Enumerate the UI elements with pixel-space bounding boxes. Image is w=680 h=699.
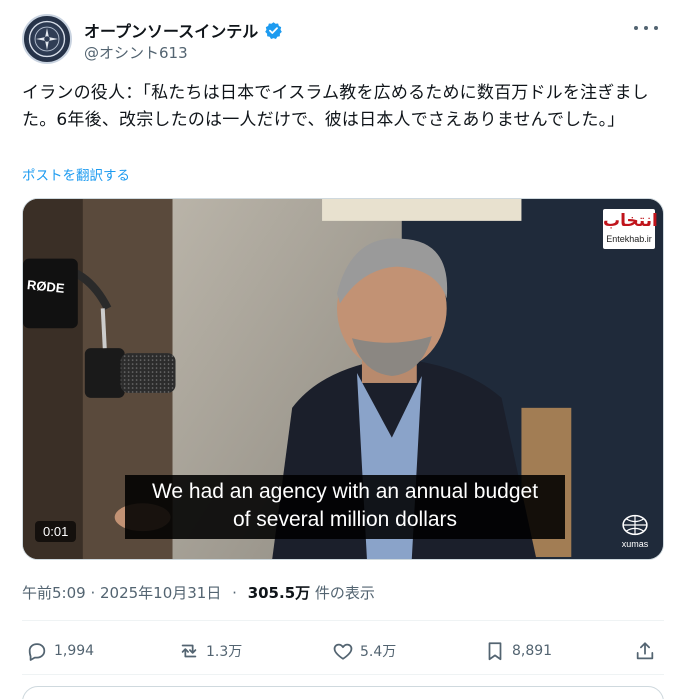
like-button[interactable]: 5.4万 — [332, 640, 396, 662]
meta-separator: · — [232, 584, 237, 602]
globe-icon — [622, 514, 648, 536]
reply-icon — [28, 643, 46, 661]
action-bar: 1,994 1.3万 5.4万 8,891 — [22, 640, 664, 664]
xumas-watermark: xumas — [615, 513, 655, 555]
repost-icon — [181, 644, 197, 658]
avatar[interactable] — [22, 14, 72, 64]
reply-button[interactable]: 1,994 — [26, 640, 94, 662]
share-icon — [636, 642, 654, 660]
xumas-label: xumas — [621, 539, 649, 549]
post-timestamp[interactable]: 午前5:09 · 2025年10月31日 — [22, 584, 221, 602]
subtitle-line-1: We had an agency with an annual budget — [151, 480, 539, 503]
translate-post-link[interactable]: ポストを翻訳する — [22, 164, 130, 184]
avatar-emblem-icon — [28, 20, 66, 58]
subtitle-line-2: of several million dollars — [232, 508, 458, 531]
reply-count: 1,994 — [54, 643, 95, 659]
post-text: イランの役人：「私たちは日本でイスラム教を広めるために数百万ドルを注ぎました。6… — [22, 83, 649, 130]
repost-count: 1.3万 — [206, 644, 243, 660]
reply-composer[interactable] — [22, 686, 664, 699]
bookmark-icon — [488, 642, 502, 661]
bookmark-button[interactable]: 8,891 — [484, 640, 552, 662]
more-options-icon[interactable] — [634, 18, 658, 38]
video-player[interactable]: RØDE انتخاب Entekhab.ir We had an agency… — [22, 198, 664, 560]
views-label: 件の表示 — [314, 584, 375, 602]
author-handle[interactable]: @オシント613 — [84, 42, 188, 63]
video-elapsed-time: 0:01 — [35, 521, 77, 542]
entekhab-domain: Entekhab.ir — [606, 234, 652, 244]
author-display-name[interactable]: オープンソースインテル — [84, 18, 258, 42]
subtitle-box: We had an agency with an annual budget o… — [125, 475, 565, 539]
verified-badge-icon — [265, 21, 283, 39]
share-button[interactable] — [634, 640, 656, 662]
bookmark-count: 8,891 — [512, 643, 553, 659]
entekhab-watermark: انتخاب Entekhab.ir — [603, 209, 658, 249]
heart-icon — [333, 643, 353, 660]
views-count: 305.5万 — [247, 584, 311, 602]
like-count: 5.4万 — [360, 644, 397, 660]
divider-top — [22, 620, 664, 621]
repost-button[interactable]: 1.3万 — [178, 640, 242, 662]
post-meta: 午前5:09 · 2025年10月31日 · 305.5万 件の表示 — [22, 582, 375, 603]
divider-bottom — [22, 674, 664, 675]
entekhab-logo-text: انتخاب — [603, 211, 658, 231]
